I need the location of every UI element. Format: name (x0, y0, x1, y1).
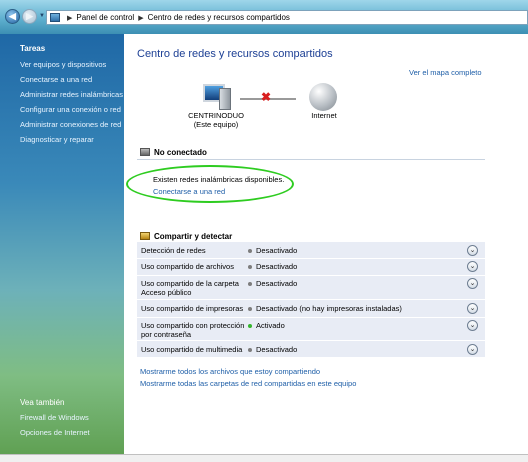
sidebar-item-internet-options[interactable]: Opciones de Internet (20, 428, 90, 437)
row-label: Detección de redes (141, 246, 206, 255)
status-dot-icon (248, 265, 252, 269)
row-status: Desactivado (no hay impresoras instalada… (256, 304, 402, 313)
sidebar-see-also-heading: Vea también (20, 398, 65, 407)
row-label: Uso compartido de impresoras (141, 304, 244, 313)
sidebar-item-manage-wireless[interactable]: Administrar redes inalámbricas (20, 90, 123, 99)
back-button[interactable]: ◀ (5, 9, 20, 24)
arrow-right-icon: ▶ (26, 11, 33, 21)
sidebar-item-manage-connections[interactable]: Administrar conexiones de red (20, 120, 121, 129)
expand-chevron-icon[interactable]: ⌄ (467, 344, 478, 355)
computer-name: CENTRINODUO (188, 111, 244, 120)
expand-chevron-icon[interactable]: ⌄ (467, 320, 478, 331)
expand-chevron-icon[interactable]: ⌄ (467, 303, 478, 314)
recent-pages-dropdown-icon[interactable]: ▼ (39, 13, 45, 19)
chevron-right-icon[interactable]: ▶ (138, 14, 143, 22)
sidebar-item-firewall[interactable]: Firewall de Windows (20, 413, 89, 422)
main-content: Centro de redes y recursos compartidos V… (124, 34, 528, 461)
sidebar-item-diagnose-repair[interactable]: Diagnosticar y reparar (20, 135, 94, 144)
status-dot-icon (248, 324, 252, 328)
arrow-left-icon: ◀ (9, 11, 16, 21)
sidebar-tasks-heading: Tareas (20, 44, 46, 53)
table-row[interactable]: Uso compartido con protección por contra… (137, 318, 485, 340)
row-label: Uso compartido con protección por contra… (141, 321, 245, 339)
internet-globe-icon (309, 83, 337, 111)
disconnected-x-icon: ✖ (261, 90, 272, 104)
sharing-section-title: Compartir y detectar (154, 232, 233, 241)
table-row[interactable]: Uso compartido de multimedia Desactivado… (137, 341, 485, 357)
address-bar: ◀ ▶ ▼ ▶ Panel de control ▶ Centro de red… (0, 0, 528, 34)
row-status: Desactivado (256, 345, 298, 354)
status-dot-icon (248, 307, 252, 311)
show-shared-folders-link[interactable]: Mostrarme todas las carpetas de red comp… (140, 379, 356, 388)
expand-chevron-icon[interactable]: ⌄ (467, 261, 478, 272)
computer-label: CENTRINODUO (Este equipo) (184, 111, 248, 129)
row-label: Uso compartido de la carpeta Acceso públ… (141, 279, 239, 297)
sidebar: Tareas Ver equipos y dispositivos Conect… (0, 34, 124, 461)
forward-button[interactable]: ▶ (22, 9, 37, 24)
view-full-map-link[interactable]: Ver el mapa completo (409, 68, 482, 77)
sidebar-item-setup-connection[interactable]: Configurar una conexión o red (20, 105, 121, 114)
row-status: Desactivado (256, 279, 298, 288)
status-dot-icon (248, 249, 252, 253)
breadcrumb-network-center[interactable]: Centro de redes y recursos compartidos (148, 13, 290, 22)
table-row[interactable]: Uso compartido de impresoras Desactivado… (137, 300, 485, 317)
network-status-icon (140, 148, 150, 156)
status-dot-icon (248, 282, 252, 286)
row-label: Uso compartido de multimedia (141, 345, 243, 354)
breadcrumb[interactable]: ▶ Panel de control ▶ Centro de redes y r… (46, 10, 528, 25)
sharing-icon (140, 232, 150, 240)
computer-subtitle: (Este equipo) (193, 120, 239, 129)
expand-chevron-icon[interactable]: ⌄ (467, 278, 478, 289)
table-row[interactable]: Uso compartido de la carpeta Acceso públ… (137, 276, 485, 299)
row-label: Uso compartido de archivos (141, 262, 234, 271)
row-status: Desactivado (256, 246, 298, 255)
control-panel-icon (50, 13, 60, 22)
row-status: Desactivado (256, 262, 298, 271)
row-status: Activado (256, 321, 285, 330)
table-row[interactable]: Detección de redes Desactivado ⌄ (137, 242, 485, 258)
computer-icon (201, 84, 233, 110)
status-dot-icon (248, 348, 252, 352)
sidebar-item-connect-network[interactable]: Conectarse a una red (20, 75, 92, 84)
table-row[interactable]: Uso compartido de archivos Desactivado ⌄ (137, 259, 485, 275)
internet-label: Internet (311, 111, 337, 120)
sidebar-item-view-computers[interactable]: Ver equipos y dispositivos (20, 60, 106, 69)
page-title: Centro de redes y recursos compartidos (137, 48, 333, 60)
sharing-table: Detección de redes Desactivado ⌄ Uso com… (137, 242, 485, 357)
connection-status-title: No conectado (154, 148, 207, 157)
show-shared-files-link[interactable]: Mostrarme todos los archivos que estoy c… (140, 367, 320, 376)
divider (137, 159, 485, 160)
chevron-right-icon[interactable]: ▶ (67, 14, 72, 22)
breadcrumb-control-panel[interactable]: Panel de control (76, 13, 134, 22)
highlight-circle (126, 165, 294, 203)
expand-chevron-icon[interactable]: ⌄ (467, 245, 478, 256)
